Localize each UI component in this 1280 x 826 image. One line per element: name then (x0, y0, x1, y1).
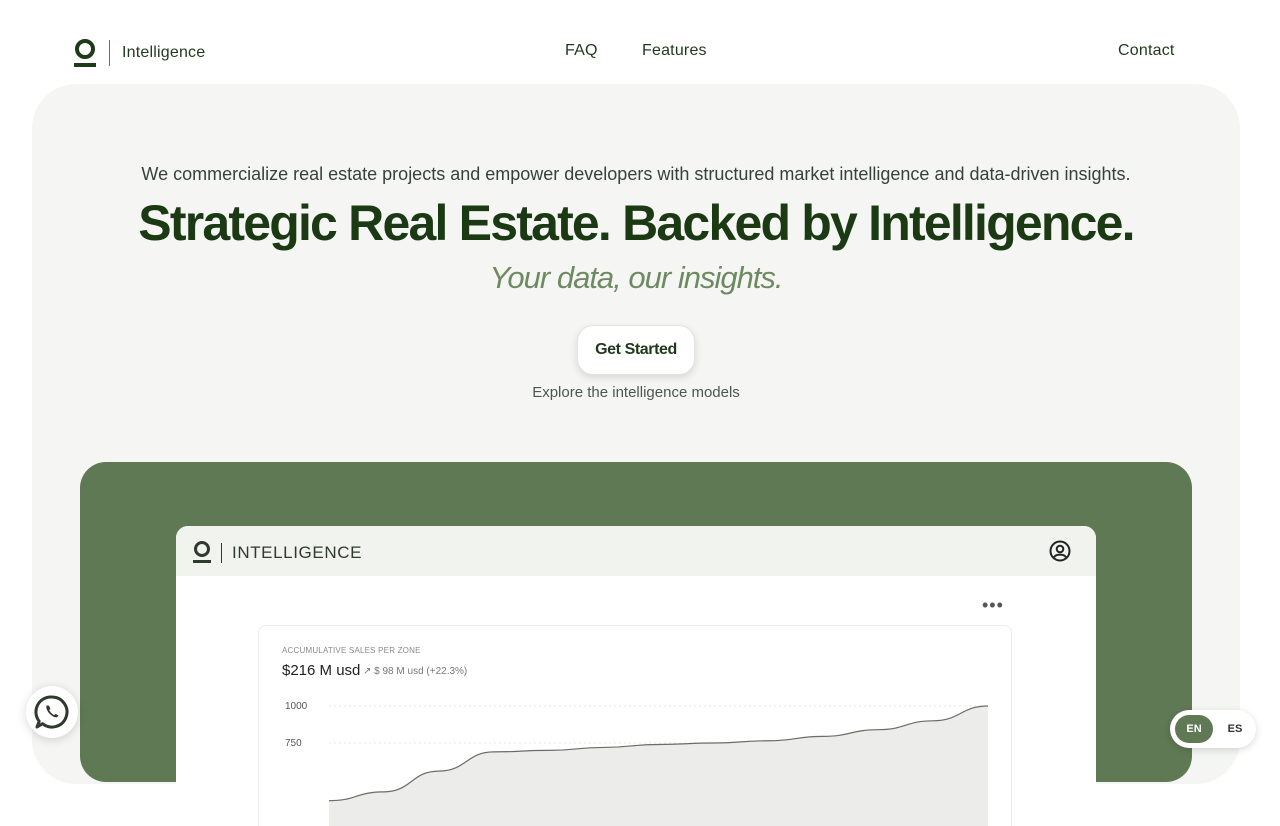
lang-option-es[interactable]: ES (1218, 715, 1252, 743)
nav-link-faq[interactable]: FAQ (565, 42, 598, 60)
chart-area-fill (329, 706, 988, 826)
user-account-icon[interactable] (1049, 540, 1071, 562)
language-switch: EN ES (1170, 710, 1256, 748)
hero-title: Strategic Real Estate. Backed by Intelli… (138, 195, 1135, 251)
app-preview-title: INTELLIGENCE (232, 543, 363, 562)
nav-link-contact[interactable]: Contact (1118, 42, 1175, 60)
brand-logo-icon (74, 38, 96, 67)
explore-models-text: Explore the intelligence models (532, 384, 740, 401)
more-options-icon[interactable]: ••• (982, 596, 1003, 620)
chart-y-tick-label: 750 (285, 738, 302, 749)
app-logo-divider (221, 543, 222, 563)
chart-card-label: ACCUMULATIVE SALES PER ZONE (282, 646, 421, 655)
lang-option-en[interactable]: EN (1175, 715, 1213, 743)
whatsapp-button[interactable] (26, 686, 78, 738)
preview-panel: INTELLIGENCE ••• 1000 750 ACCUMULATIVE SA… (80, 462, 1192, 826)
hero-subtitle: We commercialize real estate projects an… (141, 164, 1131, 184)
app-logo-icon (193, 541, 211, 563)
hero-tagline: Your data, our insights. (489, 260, 783, 295)
brand-logo-link[interactable]: Intelligence (74, 38, 205, 68)
chart-card-delta: ↗ $ 98 M usd (+22.3%) (363, 666, 468, 677)
get-started-button[interactable]: Get Started (577, 325, 695, 375)
brand-divider (109, 40, 110, 66)
nav-link-features[interactable]: Features (642, 42, 707, 60)
whatsapp-icon (34, 695, 69, 729)
sales-area-chart: 1000 750 (285, 701, 989, 826)
brand-name: Intelligence (122, 44, 206, 61)
sales-chart-card: 1000 750 ACCUMULATIVE SALES PER ZONE $216… (258, 625, 1012, 826)
chart-card-value: $216 M usd (282, 662, 361, 679)
chart-y-tick-label: 1000 (285, 701, 308, 712)
app-preview-header: INTELLIGENCE (176, 526, 1096, 576)
app-preview-window: INTELLIGENCE ••• 1000 750 ACCUMULATIVE SA… (176, 526, 1096, 826)
